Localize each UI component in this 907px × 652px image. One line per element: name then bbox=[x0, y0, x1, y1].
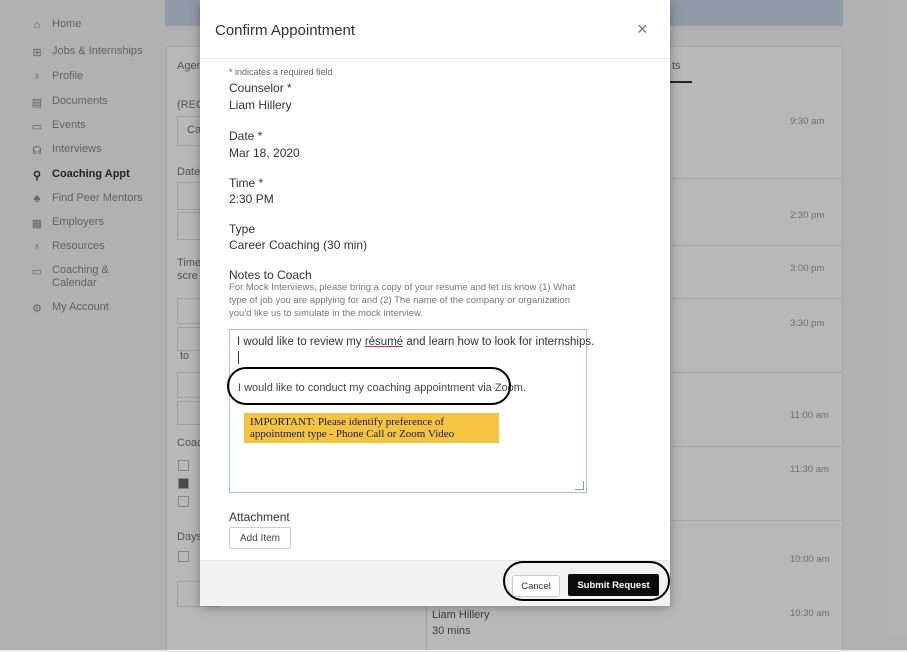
type-value: Career Coaching (30 min) bbox=[229, 238, 368, 252]
dialog-header: Confirm Appointment × bbox=[200, 0, 670, 59]
type-label: Type bbox=[229, 222, 256, 236]
time-value: 2:30 PM bbox=[229, 192, 274, 206]
dialog-title: Confirm Appointment bbox=[215, 22, 356, 39]
close-icon[interactable]: × bbox=[637, 20, 648, 38]
notes-textarea[interactable]: I would like to review my résumé and lea… bbox=[229, 329, 594, 493]
spellcheck-word: résumé bbox=[364, 336, 404, 348]
notes-line-1: I would like to review my résumé and lea… bbox=[237, 336, 594, 348]
confirm-appointment-dialog: Confirm Appointment × * indicates a requ… bbox=[200, 0, 670, 606]
text-caret bbox=[238, 351, 239, 364]
highlight-oval bbox=[503, 561, 670, 601]
notes-text: I would like to review my bbox=[237, 336, 365, 348]
notes-text: and learn how to look for internships. bbox=[403, 336, 595, 348]
page: ⌂ Home ⊞ Jobs & Internships ♀ Profile ▤ Docu… bbox=[0, 0, 907, 652]
notes-help-text: For Mock Interviews, please bring a copy… bbox=[229, 282, 576, 319]
highlight-oval bbox=[227, 367, 511, 405]
resize-handle-icon[interactable] bbox=[575, 481, 584, 490]
important-annotation: IMPORTANT: Please identify preference of… bbox=[244, 413, 499, 443]
date-value: Mar 18, 2020 bbox=[229, 146, 300, 160]
notes-label: Notes to Coach bbox=[229, 268, 312, 282]
time-label: Time * bbox=[229, 176, 264, 190]
required-field-note: * indicates a required field bbox=[229, 67, 333, 77]
add-item-button[interactable]: Add Item bbox=[229, 527, 291, 549]
date-label: Date * bbox=[229, 129, 263, 143]
attachment-label: Attachment bbox=[229, 510, 290, 524]
counselor-value: Liam Hillery bbox=[229, 98, 292, 112]
counselor-label: Counselor * bbox=[229, 81, 292, 95]
